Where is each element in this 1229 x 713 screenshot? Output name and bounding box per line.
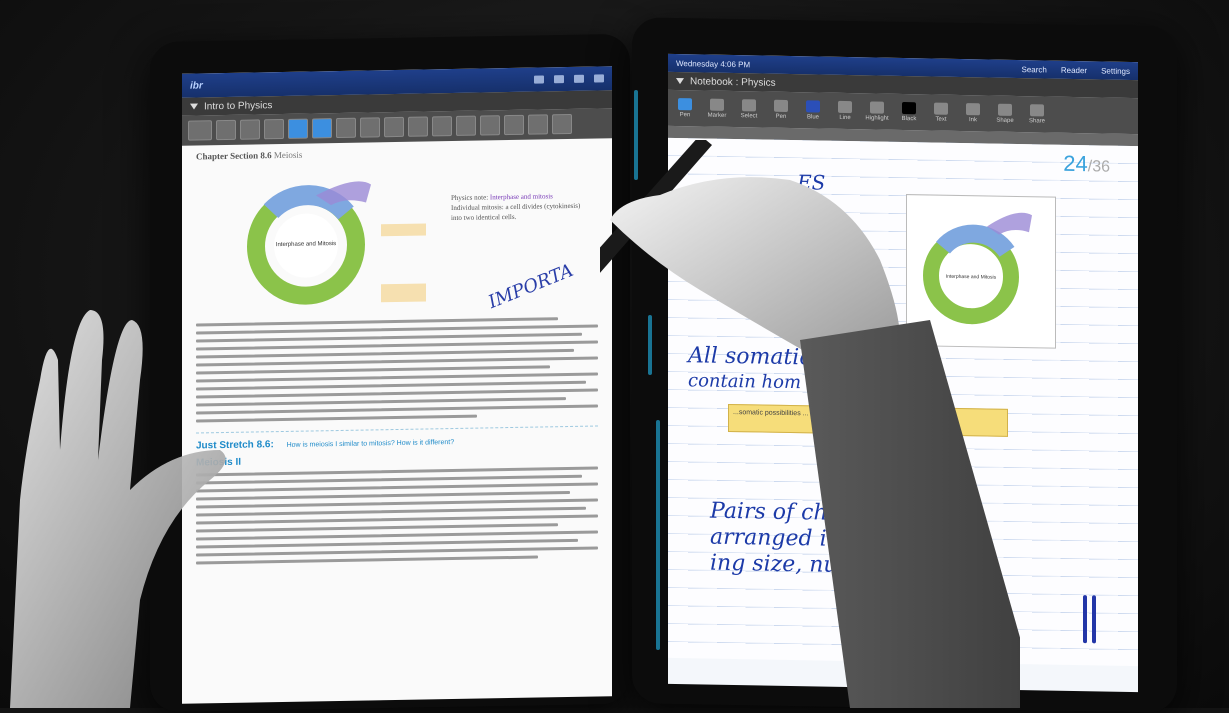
side-note: Physics note: Interphase and mitosis Ind… <box>451 192 581 223</box>
section-heading: Just Stretch 8.6: How is meiosis I simil… <box>196 425 598 453</box>
tool-button[interactable] <box>552 113 572 135</box>
dropdown-arrow-icon[interactable] <box>190 103 198 110</box>
body-text-block <box>196 466 598 565</box>
volume-icon[interactable] <box>534 75 544 84</box>
ink-tool-button[interactable]: Ink <box>962 103 984 123</box>
tool-button[interactable] <box>528 114 548 135</box>
home-tool-button[interactable] <box>188 120 212 141</box>
dropdown-arrow-icon[interactable] <box>676 78 684 85</box>
wifi-icon[interactable] <box>554 75 564 84</box>
notebook-title[interactable]: Notebook : Physics <box>690 76 776 88</box>
chromosome-drawing <box>1092 595 1096 644</box>
callout-box <box>381 223 426 237</box>
pen-icon <box>678 98 692 111</box>
color-swatch-icon <box>902 101 916 115</box>
pen-style-button[interactable]: Pen <box>770 99 792 120</box>
status-icons <box>534 74 604 84</box>
squiggle-icon <box>774 99 788 112</box>
settings-link[interactable]: Settings <box>1101 66 1130 76</box>
highlight-icon <box>870 101 884 114</box>
pen-tool-button[interactable]: Pen <box>674 98 696 118</box>
settings-icon[interactable] <box>574 74 584 83</box>
text-tool-button[interactable]: Text <box>930 102 952 123</box>
share-icon <box>1030 104 1044 117</box>
line-tool-button[interactable]: Line <box>834 100 856 121</box>
highlight-tool-button[interactable]: Highlight <box>865 101 889 122</box>
marker-tool-button[interactable]: Marker <box>706 98 728 119</box>
left-screen: ibr Intro to Physics Chapter Section 8.6 <box>182 66 612 704</box>
select-icon <box>742 99 756 112</box>
textbook-page: Chapter Section 8.6 Meiosis Interphase a… <box>182 138 612 576</box>
search-link[interactable]: Search <box>1021 65 1046 74</box>
tool-button[interactable] <box>480 115 500 136</box>
text-icon <box>934 102 948 115</box>
sleeve <box>800 320 1020 708</box>
tool-button[interactable] <box>504 114 524 136</box>
status-time: Wednesday 4:06 PM <box>676 58 751 69</box>
select-tool-button[interactable]: Select <box>738 99 760 119</box>
tool-button-active[interactable] <box>288 118 308 139</box>
tool-button[interactable] <box>360 117 380 138</box>
tool-button[interactable] <box>432 116 452 137</box>
tool-button[interactable] <box>456 115 476 136</box>
right-hand-overlay <box>600 140 1020 708</box>
left-hand-overlay <box>10 310 226 708</box>
reader-link[interactable]: Reader <box>1061 65 1087 74</box>
tool-button-active[interactable] <box>312 118 332 139</box>
tool-button[interactable] <box>384 116 404 138</box>
black-color-button[interactable]: Black <box>898 101 920 122</box>
chromosome-drawing <box>1083 595 1087 644</box>
chapter-title: Chapter Section 8.6 Meiosis <box>196 149 303 162</box>
callout-box <box>381 283 426 303</box>
battery-icon <box>594 74 604 83</box>
cycle-center-label: Interphase and Mitosis <box>276 241 336 248</box>
color-swatch-icon <box>806 100 820 113</box>
shape-tool-button[interactable]: Shape <box>994 103 1016 124</box>
share-tool-button[interactable]: Share <box>1026 104 1048 124</box>
tool-button[interactable] <box>264 118 284 140</box>
marker-icon <box>710 98 724 111</box>
tool-button[interactable] <box>408 116 428 137</box>
ink-icon <box>966 103 980 116</box>
tool-button[interactable] <box>336 117 356 139</box>
tool-button[interactable] <box>216 119 236 141</box>
cell-cycle-diagram: Interphase and Mitosis <box>247 181 426 305</box>
tool-button[interactable] <box>240 119 260 140</box>
meiosis-heading: Meiosis II <box>196 456 242 469</box>
app-logo[interactable]: ibr <box>190 80 203 91</box>
page-counter: 24/36 <box>1063 150 1110 177</box>
blue-color-button[interactable]: Blue <box>802 100 824 121</box>
doc-title[interactable]: Intro to Physics <box>204 100 272 112</box>
line-icon <box>838 100 852 114</box>
shape-icon <box>998 103 1012 116</box>
body-text-block <box>196 316 598 423</box>
